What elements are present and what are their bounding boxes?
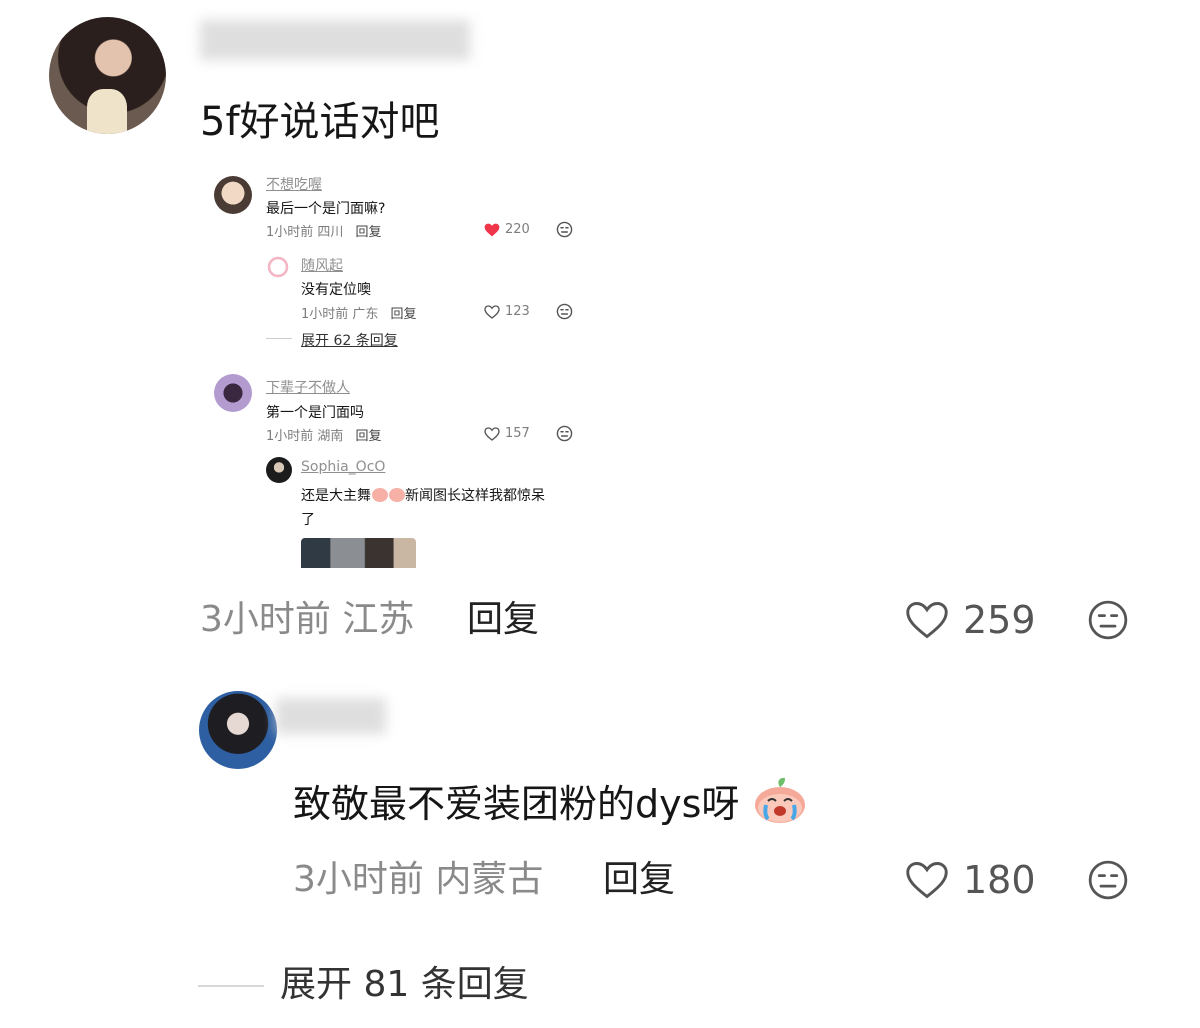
avatar-t1[interactable] bbox=[214, 176, 252, 214]
t1-reply-username[interactable]: 随风起 bbox=[301, 255, 343, 275]
t1-meta: 1小时前 四川 回复 bbox=[266, 221, 382, 240]
comment-1-meta: 3小时前 江苏 bbox=[200, 599, 415, 640]
heart-outline-icon bbox=[484, 304, 500, 319]
comment-2-like-count: 180 bbox=[963, 858, 1036, 902]
avatar-t2[interactable] bbox=[214, 374, 252, 412]
meh-face-icon[interactable] bbox=[1087, 599, 1129, 641]
crying-peach-emoji bbox=[754, 777, 805, 823]
comment-1-image[interactable]: 不想吃喔 最后一个是门面嘛? 1小时前 四川 回复 220 随风起 没有定位噢 … bbox=[200, 172, 590, 568]
t1-reply-meta: 1小时前 广东 回复 bbox=[301, 303, 417, 322]
t2-username[interactable]: 下辈子不做人 bbox=[266, 377, 350, 397]
t2-reply-button[interactable]: 回复 bbox=[356, 429, 382, 444]
t2-reply-image[interactable] bbox=[301, 538, 416, 568]
comment-2-text-wrap: 致敬最不爱装团粉的dys呀 bbox=[293, 775, 808, 828]
t1-reply-like-button[interactable]: 123 bbox=[484, 304, 530, 319]
t2-like-count: 157 bbox=[505, 426, 530, 441]
t2-reply-text-a: 还是大主舞 bbox=[301, 488, 371, 504]
t1-expand-replies[interactable]: 展开 62 条回复 bbox=[301, 330, 398, 350]
meh-face-icon[interactable] bbox=[556, 221, 573, 238]
meh-face-icon[interactable] bbox=[556, 303, 573, 320]
t1-expand-divider bbox=[266, 338, 292, 339]
t1-reply-like-count: 123 bbox=[505, 304, 530, 319]
t2-like-button[interactable]: 157 bbox=[484, 426, 530, 441]
heart-outline-icon bbox=[906, 602, 948, 639]
comment-1-reply-button[interactable]: 回复 bbox=[467, 597, 539, 643]
t1-meta-time: 1小时前 四川 bbox=[266, 225, 344, 240]
username-blurred-2[interactable] bbox=[276, 698, 386, 734]
comment-1-like-button[interactable]: 259 bbox=[905, 598, 1036, 642]
peach-emoji bbox=[372, 488, 388, 502]
avatar-t1-reply[interactable] bbox=[266, 255, 290, 279]
t1-username[interactable]: 不想吃喔 bbox=[266, 174, 322, 194]
t2-reply-text-b: 新闻图长这样我都惊呆 bbox=[405, 488, 545, 504]
meh-face-icon[interactable] bbox=[556, 425, 573, 442]
comment-1-like-count: 259 bbox=[963, 598, 1036, 642]
t1-like-count: 220 bbox=[505, 222, 530, 237]
t1-like-button[interactable]: 220 bbox=[484, 222, 530, 237]
comment-2-like-button[interactable]: 180 bbox=[905, 858, 1036, 902]
peach-emoji bbox=[389, 488, 405, 502]
comment-1-text: 5f好说话对吧 bbox=[200, 99, 440, 145]
t1-reply-meta-time: 1小时前 广东 bbox=[301, 307, 379, 322]
expand-divider bbox=[198, 985, 264, 987]
comment-2-reply-button[interactable]: 回复 bbox=[603, 857, 675, 903]
username-blurred-1[interactable] bbox=[200, 20, 470, 60]
avatar-commenter-1[interactable] bbox=[49, 17, 166, 134]
t1-text: 最后一个是门面嘛? bbox=[266, 201, 386, 217]
heart-outline-icon bbox=[484, 426, 500, 441]
comment-2-meta: 3小时前 内蒙古 bbox=[293, 859, 544, 900]
t1-reply-button[interactable]: 回复 bbox=[356, 225, 382, 240]
t2-reply-text-c: 了 bbox=[301, 512, 315, 528]
t2-reply-text: 还是大主舞 新闻图长这样我都惊呆 了 bbox=[301, 484, 581, 532]
heart-outline-icon bbox=[906, 862, 948, 899]
comment-2-text: 致敬最不爱装团粉的dys呀 bbox=[293, 782, 740, 826]
avatar-t2-reply[interactable] bbox=[266, 457, 292, 483]
t2-text: 第一个是门面吗 bbox=[266, 405, 364, 421]
t2-meta-time: 1小时前 湖南 bbox=[266, 429, 344, 444]
t2-meta: 1小时前 湖南 回复 bbox=[266, 425, 382, 444]
meh-face-icon[interactable] bbox=[1087, 859, 1129, 901]
heart-filled-icon bbox=[484, 223, 500, 236]
expand-replies-button[interactable]: 展开 81 条回复 bbox=[280, 962, 529, 1008]
t1-reply-reply-button[interactable]: 回复 bbox=[391, 307, 417, 322]
t1-reply-text: 没有定位噢 bbox=[301, 282, 371, 298]
avatar-commenter-2[interactable] bbox=[199, 691, 277, 769]
t2-reply-username[interactable]: Sophia_OcO bbox=[301, 459, 385, 475]
